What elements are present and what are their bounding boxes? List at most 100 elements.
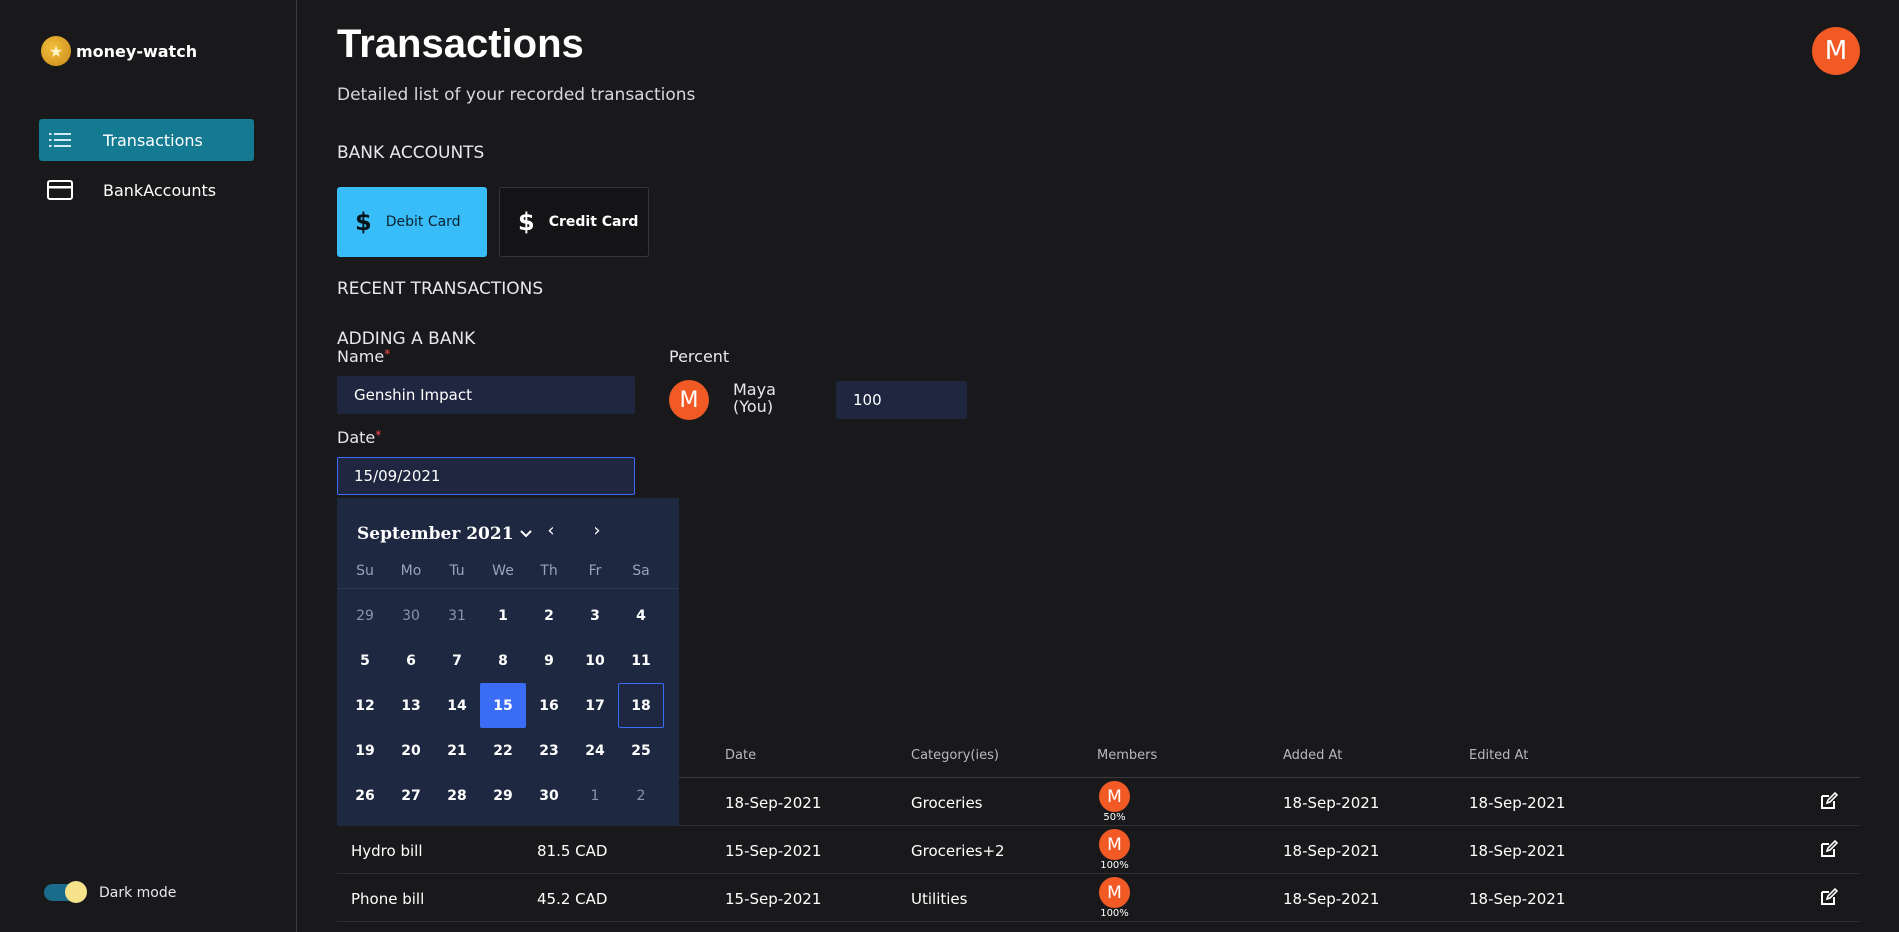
cell-edited: 18-Sep-2021 [1469,842,1566,860]
cell-members: M 100% [1099,829,1130,871]
edit-icon[interactable] [1820,791,1840,812]
column-header-added: Added At [1283,748,1343,763]
calendar-day[interactable]: 1 [480,593,526,638]
cell-category: Utilities [911,890,968,908]
calendar-day-selected[interactable]: 15 [480,683,526,728]
calendar-day[interactable]: 9 [526,638,572,683]
member-name: Maya (You) [733,381,776,415]
cell-name: Hydro bill [351,842,423,860]
calendar-day[interactable]: 8 [480,638,526,683]
calendar-day[interactable]: 20 [388,728,434,773]
column-header-category: Category(ies) [911,748,999,763]
dark-mode-toggle[interactable]: Dark mode [44,881,176,903]
calendar-day[interactable]: 27 [388,773,434,818]
calendar-day[interactable]: 29 [342,593,388,638]
member-percent: 100% [1100,908,1129,919]
credit-card-button[interactable]: $ Credit Card [499,187,649,257]
calendar-day[interactable]: 6 [388,638,434,683]
calendar-grid: 29 30 31 1 2 3 4 5 6 7 8 9 10 11 12 13 14 15 16 17 18 19 20 21 2… [342,593,674,818]
weekday-label: Su [356,563,374,579]
name-input[interactable]: Genshin Impact [337,376,635,414]
calendar-day[interactable]: 2 [618,773,664,818]
sidebar: ★ money-watch Transactions BankAccounts … [0,0,297,932]
star-coin-icon: ★ [41,36,71,66]
calendar-day[interactable]: 4 [618,593,664,638]
cell-members: M 100% [1099,877,1130,919]
name-label-text: Name [337,347,385,366]
calendar-day[interactable]: 28 [434,773,480,818]
next-month-button[interactable]: › [585,520,609,541]
edit-icon[interactable] [1820,887,1840,908]
calendar-day[interactable]: 31 [434,593,480,638]
cell-added: 18-Sep-2021 [1283,794,1380,812]
debit-card-button[interactable]: $ Debit Card [337,187,487,257]
page-subtitle: Detailed list of your recorded transacti… [337,85,696,105]
calendar-day-today[interactable]: 18 [618,683,664,728]
weekday-label: Sa [632,563,650,579]
table-row[interactable]: Phone bill 45.2 CAD 15-Sep-2021 Utilities 18… [337,874,1860,922]
dollar-icon: $ [518,208,535,236]
required-mark: * [384,347,391,361]
account-label: Credit Card [548,214,639,230]
bank-accounts-title: BANK ACCOUNTS [337,143,485,163]
date-input[interactable]: 15/09/2021 [337,457,635,495]
calendar-day[interactable]: 11 [618,638,664,683]
sidebar-item-transactions[interactable]: Transactions [39,119,254,161]
calendar-day[interactable]: 7 [434,638,480,683]
calendar-day[interactable]: 1 [572,773,618,818]
calendar-day[interactable]: 5 [342,638,388,683]
toggle-switch[interactable] [44,881,87,903]
user-avatar[interactable]: M [1812,27,1860,75]
calendar-day[interactable]: 16 [526,683,572,728]
weekday-label: Fr [588,563,602,579]
member-avatar: M [1099,877,1130,908]
cell-category: Groceries [911,794,983,812]
main-content: Transactions Detailed list of your recor… [298,0,1899,932]
calendar-day[interactable]: 22 [480,728,526,773]
calendar-day[interactable]: 26 [342,773,388,818]
cell-added: 18-Sep-2021 [1283,890,1380,908]
calendar-day[interactable]: 30 [388,593,434,638]
calendar-day[interactable]: 17 [572,683,618,728]
calendar-day[interactable]: 14 [434,683,480,728]
calendar-day[interactable]: 23 [526,728,572,773]
account-label: Debit Card [385,214,461,230]
cell-amount: 45.2 CAD [537,890,608,908]
cell-edited: 18-Sep-2021 [1469,890,1566,908]
member-avatar: M [1099,781,1130,812]
sidebar-item-label: BankAccounts [103,180,217,200]
card-icon [47,179,73,201]
cell-date: 15-Sep-2021 [725,890,822,908]
calendar-day[interactable]: 2 [526,593,572,638]
calendar-day[interactable]: 12 [342,683,388,728]
name-label: Name* [337,347,390,366]
page-title: Transactions [337,22,584,66]
calendar-day[interactable]: 25 [618,728,664,773]
column-header-edited: Edited At [1469,748,1529,763]
member-avatar: M [669,380,709,420]
calendar-day[interactable]: 21 [434,728,480,773]
date-label-text: Date [337,428,376,447]
calendar-day[interactable]: 10 [572,638,618,683]
weekday-label: Tu [449,563,465,579]
edit-icon[interactable] [1820,839,1840,860]
sidebar-item-bankaccounts[interactable]: BankAccounts [39,169,254,211]
brand[interactable]: ★ money-watch [41,36,197,66]
calendar-day[interactable]: 3 [572,593,618,638]
calendar-day[interactable]: 13 [388,683,434,728]
brand-name: money-watch [76,41,198,61]
calendar-day[interactable]: 29 [480,773,526,818]
column-header-date: Date [725,748,757,763]
prev-month-button[interactable]: ‹ [539,520,563,541]
cell-added: 18-Sep-2021 [1283,842,1380,860]
calendar-day[interactable]: 30 [526,773,572,818]
cell-amount: 81.5 CAD [537,842,608,860]
calendar-day[interactable]: 24 [572,728,618,773]
table-row[interactable]: Hydro bill 81.5 CAD 15-Sep-2021 Groceries+2… [337,826,1860,874]
calendar-divider [337,588,679,589]
month-selector[interactable]: September 2021 [357,524,532,544]
percent-input[interactable]: 100 [836,381,967,419]
member-avatar: M [1099,829,1130,860]
sidebar-item-label: Transactions [103,130,203,150]
calendar-day[interactable]: 19 [342,728,388,773]
